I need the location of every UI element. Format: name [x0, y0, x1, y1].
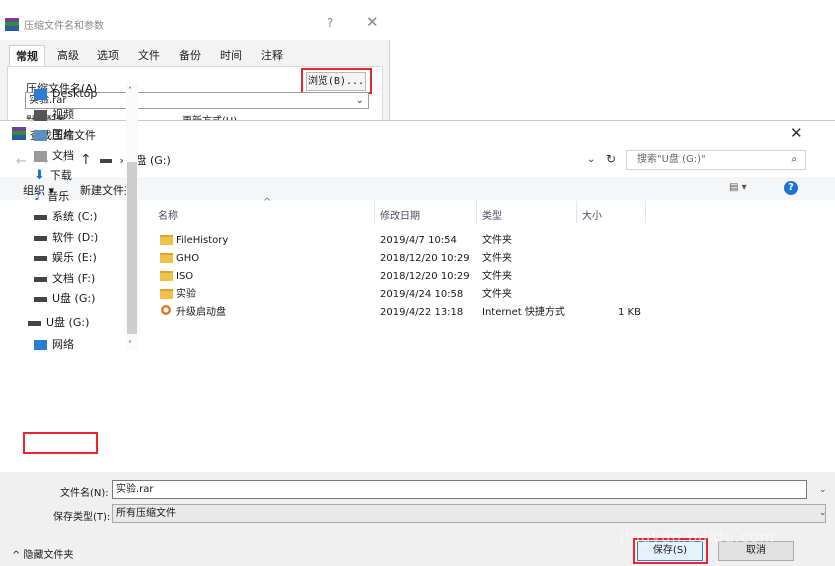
pictures-icon [34, 129, 47, 141]
sort-indicator-icon: ^ [263, 197, 272, 208]
nav-item-drive-e[interactable]: 娱乐 (E:) [34, 249, 97, 267]
file-name: 实验 [176, 289, 196, 300]
nav-item-documents[interactable]: 文档 [34, 147, 74, 165]
winrar-icon [5, 18, 19, 31]
column-header-type[interactable]: 类型 [482, 207, 502, 222]
hide-folders-toggle[interactable]: ^ 隐藏文件夹 [12, 546, 74, 561]
navigation-pane: Desktop 视频 图片 文档 ⬇ 下载 ♪ 音乐 系统 (C:) 软件 (D:)… [18, 84, 140, 350]
browse-highlight [301, 68, 372, 94]
file-date: 2019/4/7 10:54 [380, 235, 457, 246]
file-type: 文件夹 [482, 289, 512, 300]
nav-item-desktop[interactable]: Desktop [34, 85, 97, 103]
documents-icon [34, 150, 47, 162]
network-icon [34, 339, 47, 350]
file-type: Internet 快捷方式 [482, 307, 565, 318]
compress-params-title: 压缩文件名和参数 [24, 21, 104, 32]
column-divider[interactable] [476, 201, 477, 223]
table-row[interactable]: GHO 2018/12/20 10:29 文件夹 [158, 250, 658, 267]
tab-time[interactable]: 时间 [214, 45, 248, 66]
tab-advanced[interactable]: 高级 [51, 45, 85, 66]
internet-shortcut-icon [160, 304, 172, 322]
chevron-down-icon[interactable]: ⌄ [819, 508, 827, 518]
file-size: 1 KB [618, 307, 641, 318]
file-date: 2018/12/20 10:29 [380, 253, 470, 264]
tab-general[interactable]: 常规 [9, 45, 45, 66]
address-bar[interactable]: › U盘 (G:) [100, 151, 590, 171]
nav-item-music[interactable]: ♪ 音乐 [34, 188, 69, 206]
column-header-size[interactable]: 大小 [582, 207, 602, 222]
chevron-down-icon[interactable]: ⌄ [587, 154, 595, 165]
filename-input[interactable]: 实验.rar [112, 480, 807, 499]
tab-options[interactable]: 选项 [91, 45, 125, 66]
search-input[interactable]: 搜索"U盘 (G:)" ⌕ [626, 150, 806, 170]
drive-icon [34, 276, 47, 282]
tab-backup[interactable]: 备份 [173, 45, 207, 66]
file-date: 2019/4/24 10:58 [380, 289, 464, 300]
nav-item-videos[interactable]: 视频 [34, 106, 74, 124]
column-header-date[interactable]: 修改日期 [380, 207, 420, 222]
refresh-icon[interactable]: ↻ [606, 152, 616, 166]
file-type: 文件夹 [482, 235, 512, 246]
nav-scrollbar[interactable]: ˄ ˅ [126, 84, 138, 350]
table-row[interactable]: 实验 2019/4/24 10:58 文件夹 [158, 286, 658, 303]
usb-drive-highlight [23, 432, 98, 454]
desktop-icon [34, 88, 47, 100]
music-icon: ♪ [34, 189, 43, 204]
close-icon[interactable]: ✕ [366, 13, 379, 31]
drive-icon [28, 320, 41, 326]
folder-icon [160, 250, 173, 267]
filetype-select[interactable]: 所有压缩文件 [112, 504, 826, 523]
folder-icon [160, 286, 173, 303]
scroll-up-icon[interactable]: ˄ [128, 86, 132, 95]
table-row[interactable]: FileHistory 2019/4/7 10:54 文件夹 [158, 232, 658, 249]
chevron-down-icon[interactable]: ⌄ [819, 485, 827, 495]
folder-icon [160, 268, 173, 285]
help-icon[interactable]: ? [784, 181, 798, 195]
nav-item-drive-g[interactable]: U盘 (G:) [34, 290, 95, 308]
compress-params-titlebar: 压缩文件名和参数 ? ✕ [0, 0, 390, 40]
filetype-label: 保存类型(T): [53, 512, 111, 523]
drive-icon [34, 214, 47, 220]
column-header-name[interactable]: 名称 [158, 207, 178, 222]
filename-label: 文件名(N): [60, 488, 109, 499]
scroll-down-icon[interactable]: ˅ [128, 340, 132, 349]
search-icon[interactable]: ⌕ [791, 151, 797, 169]
tab-comment[interactable]: 注释 [255, 45, 289, 66]
nav-item-usb-drive-g[interactable]: U盘 (G:) [28, 314, 89, 332]
help-icon[interactable]: ? [327, 16, 333, 30]
file-name: 升级启动盘 [176, 307, 226, 318]
nav-item-pictures[interactable]: 图片 [34, 126, 74, 144]
file-name: FileHistory [176, 235, 229, 246]
nav-item-downloads[interactable]: ⬇ 下载 [34, 167, 72, 185]
chevron-down-icon[interactable]: ⌄ [356, 93, 364, 108]
video-icon [34, 109, 47, 121]
tab-files[interactable]: 文件 [132, 45, 166, 66]
watermark: jingyan.baidu.com [620, 528, 776, 546]
drive-icon [34, 296, 47, 302]
view-options-icon[interactable]: ▤ ▾ [729, 182, 747, 193]
nav-item-network[interactable]: 网络 [34, 336, 74, 350]
download-icon: ⬇ [34, 168, 45, 183]
drive-icon [34, 235, 47, 241]
nav-item-drive-c[interactable]: 系统 (C:) [34, 208, 97, 226]
search-placeholder: 搜索"U盘 (G:)" [637, 154, 706, 165]
folder-icon [160, 232, 173, 249]
table-row[interactable]: 升级启动盘 2019/4/22 13:18 Internet 快捷方式 1 KB [158, 304, 658, 321]
scroll-thumb[interactable] [127, 162, 137, 334]
file-type: 文件夹 [482, 271, 512, 282]
table-row[interactable]: ISO 2018/12/20 10:29 文件夹 [158, 268, 658, 285]
file-date: 2019/4/22 13:18 [380, 307, 464, 318]
column-divider[interactable] [645, 201, 646, 223]
close-icon[interactable]: ✕ [790, 124, 803, 142]
file-name: GHO [176, 253, 200, 264]
file-type: 文件夹 [482, 253, 512, 264]
file-date: 2018/12/20 10:29 [380, 271, 470, 282]
nav-item-drive-d[interactable]: 软件 (D:) [34, 229, 98, 247]
drive-icon [34, 255, 47, 261]
column-divider[interactable] [374, 201, 375, 223]
nav-item-drive-f[interactable]: 文档 (F:) [34, 270, 95, 288]
column-divider[interactable] [576, 201, 577, 223]
file-name: ISO [176, 271, 194, 282]
